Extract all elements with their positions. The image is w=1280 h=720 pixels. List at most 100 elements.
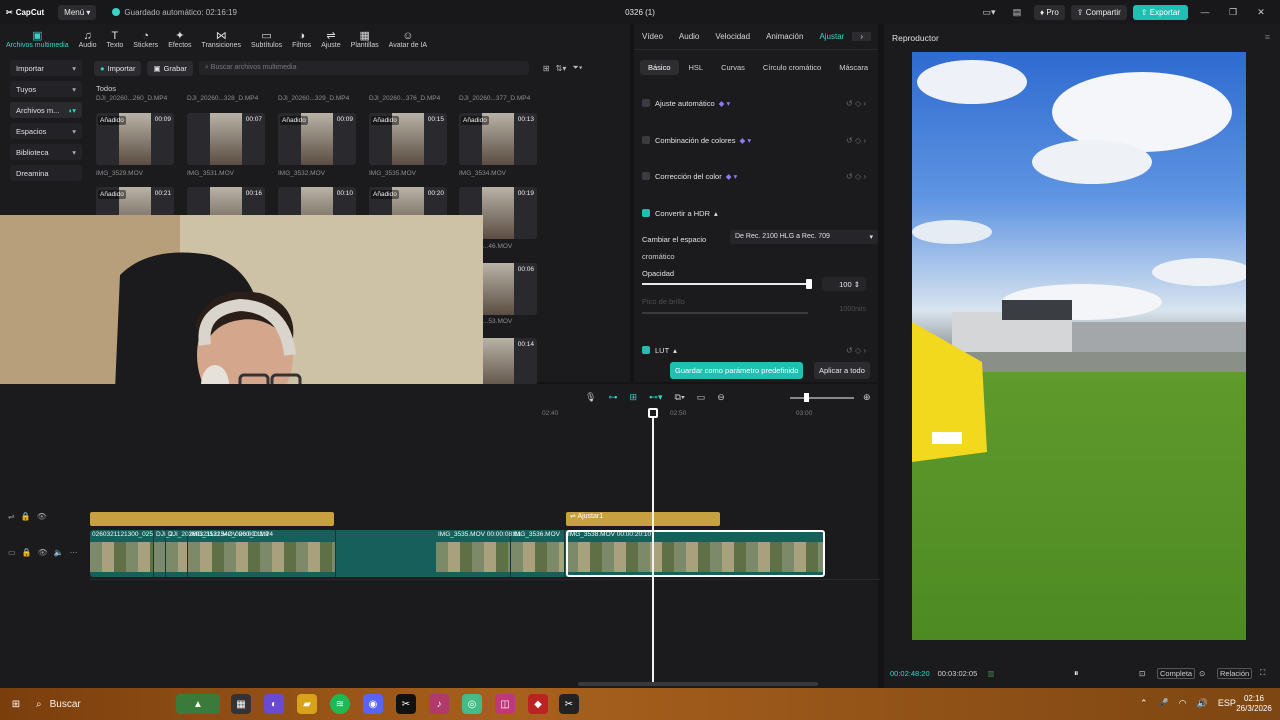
clock[interactable]: 02:16 26/3/2026: [1232, 694, 1276, 714]
lut-checkbox[interactable]: [642, 346, 650, 354]
zoom-slider[interactable]: [790, 397, 854, 399]
auto-adjust-row[interactable]: Ajuste automático ◆ ▾ ↺ ◇ ›: [642, 96, 872, 110]
tool-subtitles[interactable]: ▭ Subtítulos: [251, 30, 282, 52]
media-thumbnail[interactable]: Añadido 00:09: [96, 113, 174, 165]
capture-icon[interactable]: ⊙: [1199, 669, 1205, 678]
pause-icon[interactable]: ⏸: [1074, 668, 1079, 679]
sidebar-item[interactable]: Archivos m... ◖▾: [10, 102, 82, 118]
color-correction-checkbox[interactable]: [642, 172, 650, 180]
snap-icon[interactable]: ⊞: [629, 392, 637, 403]
sidebar-item[interactable]: Espacios ▾: [10, 123, 82, 139]
tool-media[interactable]: ▣ Archivos multimedia: [6, 30, 69, 52]
chrome-icon[interactable]: ◎: [462, 694, 482, 714]
menu-button[interactable]: Menú ▾: [58, 4, 97, 20]
playhead[interactable]: [652, 412, 654, 682]
tab-animación[interactable]: Animación: [758, 32, 811, 41]
search-input[interactable]: ⌕ Buscar archivos multimedia: [198, 61, 529, 75]
video-preview[interactable]: [912, 52, 1246, 640]
view-icon[interactable]: ⊞: [543, 64, 550, 73]
save-preset-button[interactable]: Guardar como parámetro predefinido: [670, 362, 804, 379]
share-button[interactable]: ⇪ Compartir: [1070, 4, 1127, 20]
audio-icon[interactable]: 🔈: [54, 548, 64, 557]
lut-row[interactable]: LUT ▴ ↺ ◇ ›: [642, 343, 872, 357]
apply-all-button[interactable]: Aplicar a todo: [814, 362, 870, 379]
captions-icon[interactable]: ▭: [697, 392, 706, 403]
wifi-icon[interactable]: ◠: [1179, 698, 1187, 709]
subtab[interactable]: Máscara: [831, 60, 876, 75]
subtab[interactable]: Curvas: [713, 60, 753, 75]
timeline-clip[interactable]: 0260321121300_025: [90, 530, 154, 577]
record-button[interactable]: ▣ Grabar: [147, 60, 193, 76]
discord-icon[interactable]: ◉: [363, 694, 383, 714]
auto-adjust-checkbox[interactable]: [642, 99, 650, 107]
tool-audio[interactable]: ♫ Audio: [79, 30, 97, 52]
filter-icon[interactable]: ⏷▾: [572, 63, 582, 73]
chevron-right-icon[interactable]: ›: [852, 32, 872, 41]
minimize-icon[interactable]: —: [1194, 7, 1216, 17]
timeline-clip[interactable]: IMG_3536.MOV: [511, 530, 565, 577]
color-match-row[interactable]: Combinación de colores ◆ ▾ ↺ ◇ ›: [642, 133, 872, 147]
lock-icon[interactable]: 🔒: [22, 548, 32, 557]
lock-icon[interactable]: 🔒: [21, 512, 31, 521]
file-explorer-icon[interactable]: ▰: [297, 694, 317, 714]
tool-sticker[interactable]: ◔ Stickers: [133, 30, 158, 52]
subtab[interactable]: Básico: [640, 59, 679, 75]
tool-templates[interactable]: ▦ Plantillas: [351, 30, 379, 52]
volume-icon[interactable]: 🔊: [1197, 698, 1208, 709]
playhead-handle[interactable]: [648, 408, 658, 418]
media-thumbnail[interactable]: 00:07: [187, 113, 265, 165]
opacity-input[interactable]: 100 ⇕: [822, 277, 866, 291]
color-space-select[interactable]: De Rec. 2100 HLG a Rec. 709 ▾: [730, 230, 878, 244]
tool-effects[interactable]: ✦ Efectos: [168, 30, 191, 52]
sort-icon[interactable]: ⇅▾: [556, 64, 567, 73]
timeline-clip[interactable]: IMG_3535.MOV 00:00:08:01: [436, 530, 521, 577]
selected-clip-outline[interactable]: [566, 530, 825, 577]
sidebar-item[interactable]: Biblioteca ▾: [10, 144, 82, 160]
magnet-icon[interactable]: ⊷▾: [649, 392, 663, 403]
row-controls-icon[interactable]: ↺ ◇ ›: [846, 99, 866, 108]
ratio-button[interactable]: Relación: [1217, 667, 1253, 679]
capcut-active-icon[interactable]: ✂: [559, 694, 579, 714]
pro-button[interactable]: ♦ Pro: [1034, 4, 1065, 20]
close-icon[interactable]: ✕: [1250, 7, 1272, 18]
shortcut-icon[interactable]: ▤: [1006, 7, 1028, 18]
app-icon[interactable]: ◆: [528, 694, 548, 714]
adjustment-track-2[interactable]: ⇌ Ajustar1: [566, 512, 720, 526]
mic-tray-icon[interactable]: 🎤: [1158, 698, 1169, 709]
media-thumbnail[interactable]: Añadido 00:09: [278, 113, 356, 165]
export-button[interactable]: ⇧ Exportar: [1132, 4, 1188, 20]
tool-transitions[interactable]: ⋈ Transiciones: [202, 30, 241, 52]
color-match-checkbox[interactable]: [642, 136, 650, 144]
tab-ajustar[interactable]: Ajustar: [811, 32, 852, 41]
player-menu-icon[interactable]: ≡: [1265, 32, 1270, 42]
cover-icon[interactable]: ▭: [8, 548, 16, 557]
timeline-scrollbar[interactable]: [578, 682, 818, 686]
zoom-slider-handle[interactable]: [804, 393, 809, 402]
track-settings-icon[interactable]: ⇌: [8, 512, 15, 521]
maximize-icon[interactable]: ❐: [1222, 7, 1244, 18]
tab-velocidad[interactable]: Velocidad: [707, 32, 758, 41]
timeline-clip[interactable]: DJI_20260321121542_0260_D.MP4: [166, 530, 273, 577]
row-controls-icon[interactable]: ↺ ◇ ›: [846, 172, 866, 181]
instagram-icon[interactable]: ◫: [495, 694, 515, 714]
zoom-in-icon[interactable]: ⊕: [863, 392, 871, 403]
windows-start-icon[interactable]: ⊞: [6, 694, 26, 714]
complete-button[interactable]: Completa: [1157, 667, 1196, 679]
color-correction-row[interactable]: Corrección del color ◆ ▾ ↺ ◇ ›: [642, 169, 872, 183]
sidebar-item[interactable]: Tuyos ▾: [10, 81, 82, 97]
eye-icon[interactable]: 👁: [37, 512, 47, 521]
tool-text[interactable]: T Texto: [107, 30, 124, 52]
hdr-row[interactable]: Convertir a HDR ▴: [642, 206, 872, 220]
microphone-icon[interactable]: 🎙: [585, 392, 596, 403]
capcut-taskbar-icon[interactable]: ✂: [396, 694, 416, 714]
media-thumbnail[interactable]: Añadido 00:15: [369, 113, 447, 165]
chevron-up-icon[interactable]: ⌃: [1140, 698, 1148, 709]
hdr-checkbox[interactable]: [642, 209, 650, 217]
tab-vídeo[interactable]: Vídeo: [634, 32, 671, 41]
tool-avatar[interactable]: ☺ Avatar de IA: [389, 30, 427, 52]
sidebar-item[interactable]: Dreamina: [10, 165, 82, 181]
copilot-icon[interactable]: ◐: [264, 694, 284, 714]
more-icon[interactable]: ⋯: [70, 548, 78, 557]
layout-icon[interactable]: ▭▾: [978, 7, 1000, 18]
tool-adjust[interactable]: ⇌ Ajuste: [321, 30, 340, 52]
